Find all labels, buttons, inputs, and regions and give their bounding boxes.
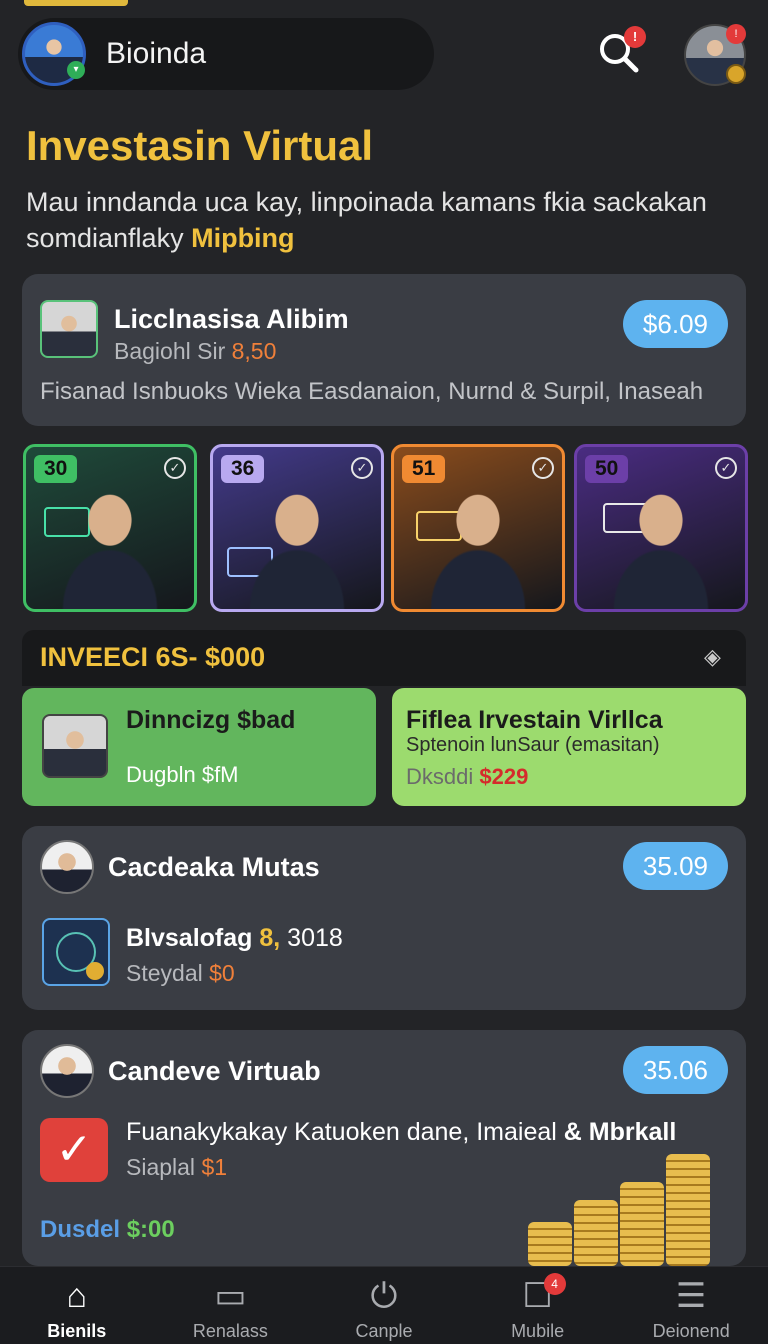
search-button[interactable]: ! — [596, 26, 646, 80]
virtual-card-subtitle: Sptenoin lunSaur (emasitan) — [406, 734, 660, 756]
checkmark-icon: ✓ — [40, 1118, 108, 1182]
search-notification-badge: ! — [624, 26, 646, 48]
subtitle-text: Mau inndanda uca kay, linpoinada kamans … — [26, 187, 707, 253]
user-avatar: ▾ — [22, 22, 86, 86]
coin-icon — [726, 64, 746, 84]
verified-badge-icon: ▾ — [67, 61, 85, 79]
investor-figure — [249, 489, 345, 609]
investment-item-title: Fuanakykakay Katuoken dane, Imaieal & Mb… — [126, 1118, 676, 1147]
tile-number: 30 — [34, 455, 78, 483]
investor-figure — [613, 489, 709, 609]
investment-tile[interactable]: 36 ✓ — [210, 444, 384, 612]
user-profile-pill[interactable]: ▾ Bioinda — [18, 18, 434, 90]
page-title: Investasin Virtual — [26, 122, 374, 169]
featured-card-title: Licclnasisa Alibim — [114, 304, 349, 334]
investment-item-subtitle: Steydal $0 — [126, 960, 235, 987]
menu-icon: ☰ — [675, 1277, 707, 1315]
nav-label: Canple — [355, 1321, 413, 1341]
investor-thumbnail — [40, 300, 98, 358]
tile-number: 50 — [585, 455, 629, 483]
featured-price-pill[interactable]: $6.09 — [622, 300, 728, 348]
radar-chart-icon — [42, 918, 110, 986]
check-circle-icon[interactable]: ✓ — [351, 457, 373, 479]
nav-item-home[interactable]: ⌂ Bienils — [0, 1267, 154, 1344]
investment-item-title: Blvsalofag 8, 3018 — [126, 924, 343, 953]
investment-item-subtitle: Siaplal $1 — [126, 1154, 227, 1181]
nav-label: Mubile — [511, 1321, 565, 1341]
investor-thumbnail — [42, 714, 108, 778]
gold-coins-illustration — [528, 1146, 728, 1266]
nav-label: Bienils — [47, 1321, 107, 1341]
tile-number: 51 — [402, 455, 446, 483]
calendar-icon: ▭ — [214, 1277, 247, 1315]
item-sub-amount: $1 — [201, 1154, 228, 1180]
item-title-suffix: 3018 — [280, 924, 343, 952]
item-title-label: Fuanakykakay Katuoken dane, Imaieal — [126, 1118, 564, 1146]
home-icon: ⌂ — [66, 1277, 88, 1315]
featured-subtitle-label: Bagiohl Sir — [114, 338, 232, 364]
virtual-card-title: Fiflea Irvestain Virllca — [406, 706, 663, 734]
investment-tile[interactable]: 30 ✓ — [23, 444, 197, 612]
investment-tile[interactable]: 50 ✓ — [574, 444, 748, 612]
item-title-bold: & Mbrkall — [563, 1118, 677, 1146]
item-title-amount: 8, — [259, 924, 281, 952]
profile-notification-badge: ! — [726, 24, 746, 44]
nav-item-power[interactable]: ⏻ Canple — [307, 1267, 461, 1344]
summary-card-title: Dinncizg $bad — [126, 706, 296, 734]
check-circle-icon[interactable]: ✓ — [532, 457, 554, 479]
featured-investment-card[interactable]: Licclnasisa Alibim Bagiohl Sir 8,50 $6.0… — [22, 274, 746, 426]
check-circle-icon[interactable]: ✓ — [164, 457, 186, 479]
featured-card-subtitle: Bagiohl Sir 8,50 — [114, 338, 276, 365]
nav-item-menu[interactable]: ☰ Deionend — [614, 1267, 768, 1344]
nav-label: Renalass — [192, 1321, 268, 1341]
nav-item-mobile[interactable]: ☐ 4 Mubile — [461, 1267, 615, 1344]
bottom-navigation: ⌂ Bienils ▭ Renalass ⏻ Canple ☐ 4 Mubile… — [0, 1266, 768, 1344]
nav-notification-badge: 4 — [543, 1273, 566, 1295]
top-accent-bar — [24, 0, 128, 6]
investment-card-title: Cacdeaka Mutas — [108, 852, 320, 882]
power-icon: ⏻ — [370, 1277, 398, 1315]
item-sub-label: Siaplal — [126, 1154, 202, 1180]
virtual-value-amount: $229 — [479, 764, 529, 789]
featured-subtitle-amount: 8,50 — [231, 338, 277, 364]
footer-label: Dusdel — [40, 1216, 127, 1243]
user-name: Bioinda — [106, 37, 207, 70]
nav-item-calendar[interactable]: ▭ Renalass — [154, 1267, 308, 1344]
subtitle-highlight: Mipbing — [191, 223, 295, 253]
tile-number: 36 — [221, 455, 265, 483]
investment-card[interactable]: Candeve Virtuab 35.06 ✓ Fuanakykakay Kat… — [22, 1030, 746, 1266]
nav-label: Deionend — [652, 1321, 730, 1341]
investment-card-title: Candeve Virtuab — [108, 1056, 321, 1086]
section-label: INVEECI 6S- $000 — [40, 642, 266, 672]
tag-arrow-icon[interactable]: ◈ — [704, 644, 732, 672]
section-banner: INVEECI 6S- $000 ◈ — [22, 630, 746, 686]
investor-avatar — [40, 840, 94, 894]
footer-amount: $:00 — [126, 1216, 175, 1243]
investment-price-pill[interactable]: 35.09 — [622, 842, 728, 890]
virtual-investment-card[interactable]: Fiflea Irvestain Virllca Sptenoin lunSau… — [392, 688, 746, 806]
investor-figure — [62, 489, 158, 609]
featured-card-description: Fisanad Isnbuoks Wieka Easdanaion, Nurnd… — [40, 378, 704, 405]
page-subtitle: Mau inndanda uca kay, linpoinada kamans … — [26, 184, 746, 256]
investment-tile[interactable]: 51 ✓ — [391, 444, 565, 612]
check-circle-icon[interactable]: ✓ — [715, 457, 737, 479]
virtual-value-label: Dksddi — [406, 764, 480, 789]
item-sub-amount: $0 — [209, 960, 235, 986]
card-footer-value: Dusdel $:00 — [40, 1216, 175, 1244]
investor-avatar — [40, 1044, 94, 1098]
item-sub-label: Steydal — [126, 960, 210, 986]
item-title-label: Blvsalofag — [126, 924, 260, 952]
investment-card[interactable]: Cacdeaka Mutas 35.09 Blvsalofag 8, 3018 … — [22, 826, 746, 1010]
investor-figure — [430, 489, 526, 609]
investment-summary-card[interactable]: Dinncizg $bad Dugbln $fM — [22, 688, 376, 806]
virtual-card-value: Dksddi $229 — [406, 764, 528, 790]
profile-button[interactable]: ! — [684, 24, 746, 86]
investment-price-pill[interactable]: 35.06 — [622, 1046, 728, 1094]
summary-card-value: Dugbln $fM — [126, 762, 239, 787]
